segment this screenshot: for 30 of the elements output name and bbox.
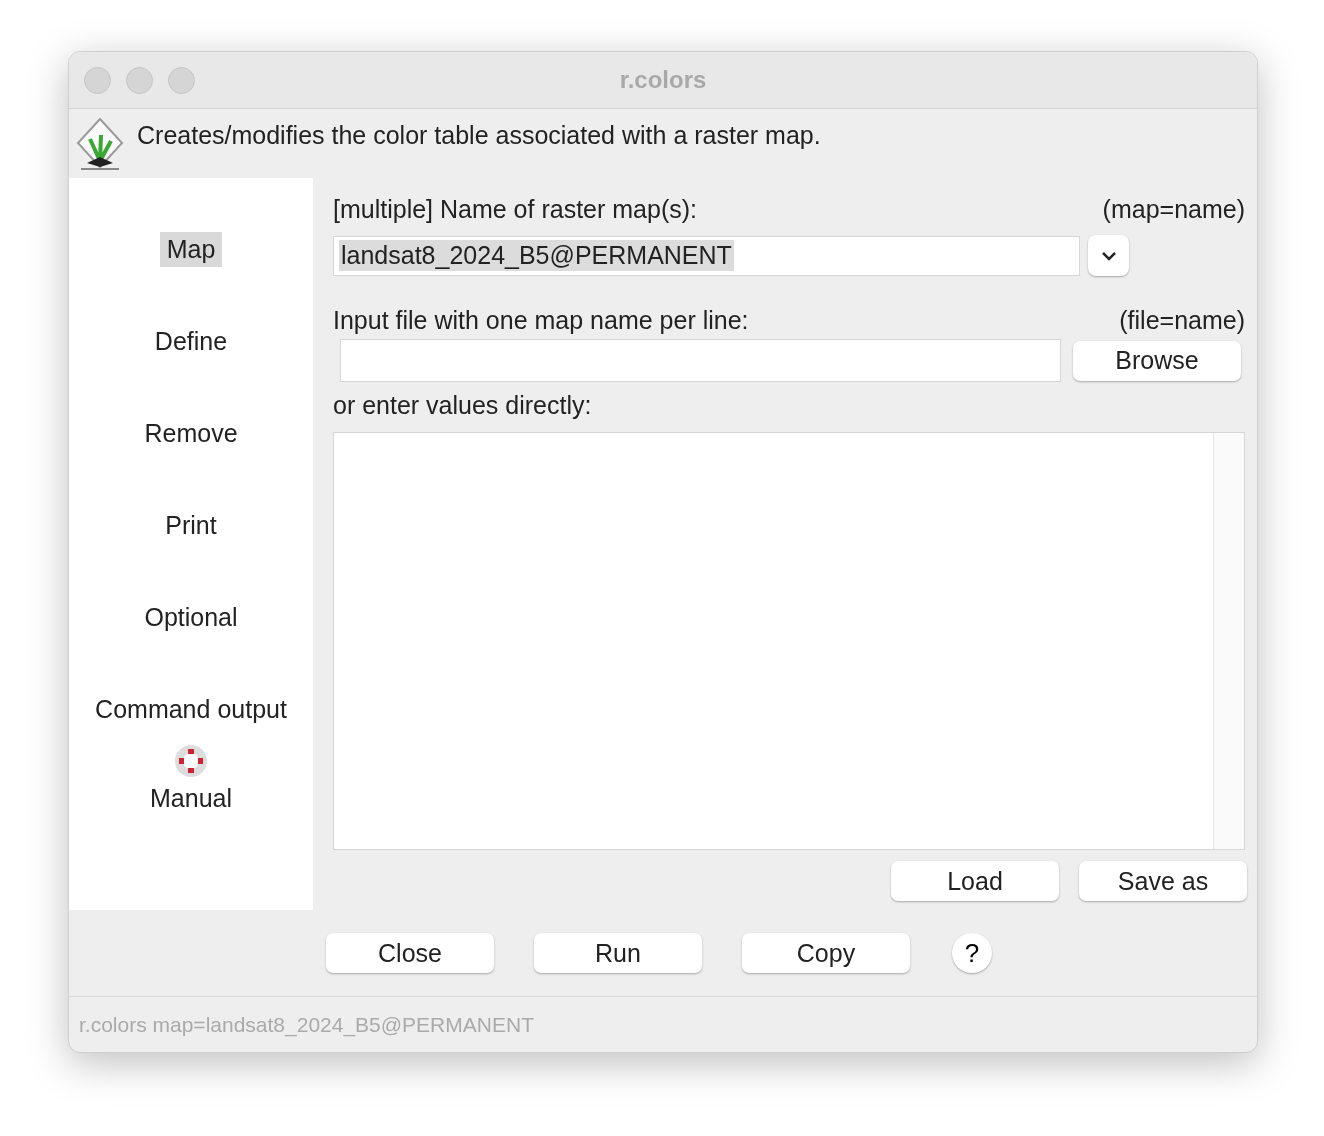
dropdown-button[interactable] [1088, 235, 1129, 276]
dialog-button[interactable]: Close [326, 933, 494, 973]
help-button[interactable]: ? [952, 933, 992, 973]
browse-button[interactable]: Browse [1073, 340, 1241, 381]
sidebar-tab[interactable]: Optional [137, 600, 245, 692]
field-label: [multiple] Name of raster map(s): [333, 194, 697, 224]
sidebar-tab[interactable]: Define [147, 324, 235, 416]
minimize-window-control[interactable] [126, 66, 153, 94]
chevron-down-icon [1100, 250, 1117, 261]
file-input-field[interactable] [340, 339, 1061, 382]
dialog-button[interactable]: Run [534, 933, 702, 973]
sidebar-tab[interactable]: Remove [137, 416, 245, 508]
module-description: Creates/modifies the color table associated with a raster map. [137, 120, 821, 150]
close-window-control[interactable] [84, 66, 111, 94]
status-text: r.colors map=landsat8_2024_B5@PERMANENT [79, 1012, 534, 1037]
values-text-area[interactable] [333, 432, 1245, 850]
field-label: Input file with one map name per line: [333, 305, 749, 335]
sidebar-tab[interactable]: Map [159, 232, 223, 324]
grass-logo-icon [75, 117, 125, 171]
dialog-button[interactable]: Copy [742, 933, 910, 973]
sidebar-tab[interactable]: Print [158, 508, 224, 600]
file-action-button[interactable]: Save as [1079, 861, 1247, 901]
file-action-button[interactable]: Load [891, 861, 1059, 901]
lifebuoy-icon [174, 744, 208, 778]
parameter-hint: (map=name) [1102, 194, 1245, 224]
field-label: or enter values directly: [333, 390, 592, 420]
parameter-hint: (file=name) [1119, 305, 1245, 335]
window-title: r.colors [619, 66, 707, 94]
zoom-window-control[interactable] [168, 66, 195, 94]
map-combo-field[interactable]: landsat8_2024_B5@PERMANENT [333, 235, 1080, 276]
